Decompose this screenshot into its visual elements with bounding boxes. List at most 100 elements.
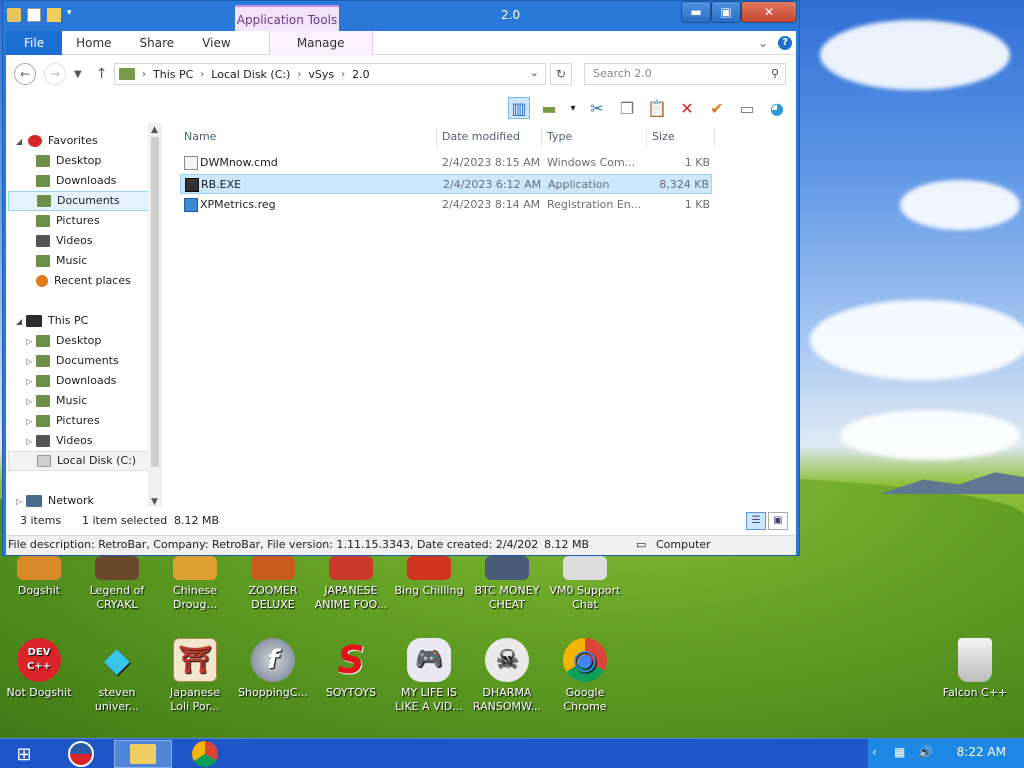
refresh-button[interactable]: ↻ xyxy=(550,63,572,85)
nav-fav-music[interactable]: Music xyxy=(36,251,87,271)
nav-pc-music[interactable]: Music xyxy=(36,391,87,411)
column-header-name[interactable]: Name xyxy=(184,127,434,147)
search-input[interactable]: Search 2.0 ⚲ xyxy=(584,63,786,85)
maximize-button[interactable]: ▣ xyxy=(711,1,741,23)
obama-icon[interactable] xyxy=(56,740,106,768)
breadcrumb-local-disk[interactable]: Local Disk (C:) xyxy=(211,68,290,81)
chevron-down-icon[interactable]: ▾ xyxy=(67,8,77,22)
desktop-icon-soytoys[interactable]: S SOYTOYS xyxy=(312,638,390,700)
desktop-icon-falcon-cpp[interactable]: Falcon C++ xyxy=(936,638,1014,700)
nav-pc-documents[interactable]: Documents xyxy=(36,351,119,371)
network-icon[interactable]: ▦ xyxy=(894,745,905,759)
expand-network-icon[interactable]: ▷ xyxy=(16,497,22,506)
shell-icon[interactable]: ◕ xyxy=(766,97,788,119)
nav-fav-downloads[interactable]: Downloads xyxy=(36,171,116,191)
chevron-down-icon[interactable]: ⌄ xyxy=(530,66,539,79)
rename-icon[interactable]: ▭ xyxy=(736,97,758,119)
address-bar[interactable]: › This PC › Local Disk (C:) › vSys › 2.0… xyxy=(114,63,546,85)
expand-pictures-icon[interactable]: ▷ xyxy=(26,417,32,426)
expand-this-pc-icon[interactable]: ◢ xyxy=(16,317,22,326)
nav-pc-desktop[interactable]: Desktop xyxy=(36,331,101,351)
new-folder-icon[interactable]: ▬ xyxy=(538,97,560,119)
desktop-icon-steven-universe[interactable]: ◆ steven univer... xyxy=(78,638,156,714)
column-header-date[interactable]: Date modified xyxy=(442,127,538,147)
nav-favorites[interactable]: Favorites xyxy=(28,131,98,151)
scrollbar-thumb[interactable] xyxy=(151,137,159,467)
recent-locations-icon[interactable]: ▼ xyxy=(74,69,82,80)
desktop-icon-btc-money-cheat[interactable]: BTC MONEY CHEAT xyxy=(468,556,546,612)
desktop-icon-japanese-loli[interactable]: ⛩ Japanese Loli Por... xyxy=(156,638,234,714)
tab-file[interactable]: File xyxy=(6,30,63,55)
checkmark-icon[interactable]: ✔ xyxy=(706,97,728,119)
chrome-taskbar-button[interactable] xyxy=(180,740,230,768)
new-folder-icon[interactable] xyxy=(47,8,61,22)
desktop-icon-vm0-support[interactable]: VM0 Support Chat xyxy=(546,556,624,612)
desktop-icon-not-dogshit[interactable]: DEV C++ Not Dogshit xyxy=(0,638,78,700)
tab-view[interactable]: View xyxy=(188,31,244,55)
breadcrumb-2-0[interactable]: 2.0 xyxy=(352,68,370,81)
nav-fav-documents[interactable]: Documents xyxy=(8,191,150,211)
expand-desktop-icon[interactable]: ▷ xyxy=(26,337,32,346)
table-row[interactable]: XPMetrics.reg 2/4/2023 8:14 AM Registrat… xyxy=(180,195,712,215)
show-hidden-icons[interactable]: ‹ xyxy=(872,745,877,759)
scroll-up-icon[interactable]: ▲ xyxy=(151,125,158,135)
expand-ribbon-icon[interactable]: ⌄ xyxy=(758,36,768,50)
file-explorer-taskbar-button[interactable] xyxy=(114,740,172,768)
desktop-icon-dharma-ransomware[interactable]: ☠ DHARMA RANSOMW... xyxy=(468,638,546,714)
expand-favorites-icon[interactable]: ◢ xyxy=(16,137,22,146)
expand-documents-icon[interactable]: ▷ xyxy=(26,357,32,366)
copy-icon[interactable]: ❐ xyxy=(616,97,638,119)
nav-scrollbar[interactable]: ▲ ▼ xyxy=(148,123,162,507)
expand-music-icon[interactable]: ▷ xyxy=(26,397,32,406)
scroll-down-icon[interactable]: ▼ xyxy=(151,497,158,507)
tab-home[interactable]: Home xyxy=(62,31,125,55)
desktop-icon-my-life-is-like-a-video[interactable]: 🎮 MY LIFE IS LIKE A VID... xyxy=(390,638,468,714)
cut-icon[interactable]: ✂ xyxy=(586,97,608,119)
up-button[interactable]: ↑ xyxy=(96,66,108,82)
tab-manage[interactable]: Manage xyxy=(268,30,373,55)
preview-pane-icon[interactable]: ▥ xyxy=(508,97,530,119)
breadcrumb-this-pc[interactable]: This PC xyxy=(153,68,193,81)
chevron-down-icon[interactable]: ▾ xyxy=(568,97,578,119)
nav-pc-downloads[interactable]: Downloads xyxy=(36,371,116,391)
help-icon[interactable]: ? xyxy=(778,35,792,50)
column-header-size[interactable]: Size xyxy=(652,127,712,147)
nav-pc-videos[interactable]: Videos xyxy=(36,431,93,451)
nav-fav-pictures[interactable]: Pictures xyxy=(36,211,100,231)
nav-fav-recent-places[interactable]: Recent places xyxy=(36,271,131,291)
details-view-button[interactable]: ☰ xyxy=(746,512,766,530)
nav-pc-local-disk[interactable]: Local Disk (C:) xyxy=(8,451,150,471)
back-button[interactable]: ← xyxy=(14,63,36,85)
clock[interactable]: 8:22 AM xyxy=(957,745,1006,759)
table-row[interactable]: DWMnow.cmd 2/4/2023 8:15 AM Windows Com.… xyxy=(180,153,712,173)
nav-this-pc[interactable]: This PC xyxy=(26,311,88,331)
nav-fav-desktop[interactable]: Desktop xyxy=(36,151,101,171)
desktop-icon-google-chrome[interactable]: ◉ Google Chrome xyxy=(546,638,624,714)
title-bar[interactable]: ▾ Application Tools 2.0 ▬ ▣ ✕ xyxy=(3,1,799,31)
tab-share[interactable]: Share xyxy=(126,31,189,55)
desktop-icon-zoomer-deluxe[interactable]: ZOOMER DELUXE xyxy=(234,556,312,612)
nav-pc-pictures[interactable]: Pictures xyxy=(36,411,100,431)
folder-icon[interactable] xyxy=(7,8,21,22)
large-icons-view-button[interactable]: ▣ xyxy=(768,512,788,530)
breadcrumb-vsys[interactable]: vSys xyxy=(308,68,334,81)
table-row[interactable]: RB.EXE 2/4/2023 6:12 AM Application 8,32… xyxy=(180,174,712,194)
desktop-icon-legend-of-cryakl[interactable]: Legend of CRYAKL xyxy=(78,556,156,612)
properties-icon[interactable] xyxy=(27,8,41,22)
desktop-icon-bing-chilling[interactable]: Bing Chilling xyxy=(390,556,468,598)
nav-network[interactable]: Network xyxy=(26,491,94,507)
expand-videos-icon[interactable]: ▷ xyxy=(26,437,32,446)
desktop-icon-japanese-anime[interactable]: JAPANESE ANIME FOO... xyxy=(312,556,390,612)
desktop-icon-chinese-drought[interactable]: Chinese Droug... xyxy=(156,556,234,612)
volume-icon[interactable]: 🔊 xyxy=(918,745,933,759)
start-button[interactable]: ⊞ xyxy=(6,740,42,768)
minimize-button[interactable]: ▬ xyxy=(681,1,711,23)
nav-fav-videos[interactable]: Videos xyxy=(36,231,93,251)
delete-icon[interactable]: ✕ xyxy=(676,97,698,119)
expand-downloads-icon[interactable]: ▷ xyxy=(26,377,32,386)
close-button[interactable]: ✕ xyxy=(741,1,797,23)
paste-icon[interactable]: 📋 xyxy=(646,97,668,119)
desktop-icon-dogshit[interactable]: Dogshit xyxy=(0,556,78,598)
forward-button[interactable]: → xyxy=(44,63,66,85)
desktop-icon-shoppingc[interactable]: f ShoppingC... xyxy=(234,638,312,700)
